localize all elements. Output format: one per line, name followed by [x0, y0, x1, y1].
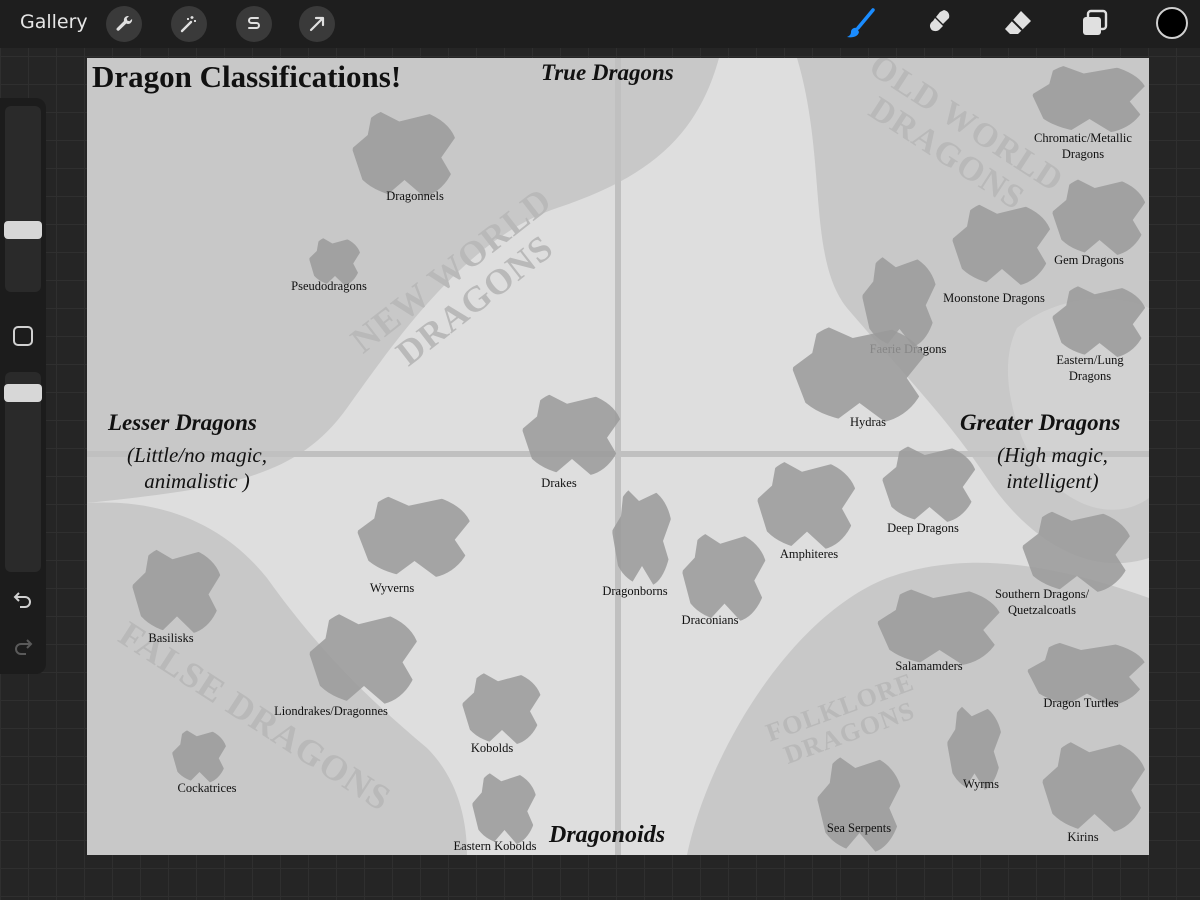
creature-label-line: Basilisks: [148, 631, 194, 645]
creature-label: Kirins: [1067, 829, 1098, 845]
creature-label-line: Chromatic/Metallic: [1034, 131, 1132, 145]
creature-label-line: Eastern/Lung: [1056, 353, 1124, 367]
wrench-icon[interactable]: [106, 6, 142, 42]
creature-label-line: Dragons: [1068, 369, 1112, 383]
creature-label-line: Gem Dragons: [1054, 253, 1124, 267]
top-axis-label: True Dragons: [541, 60, 674, 85]
creature-label-line: Pseudodragons: [291, 279, 367, 293]
creature-label-line: Kobolds: [470, 741, 514, 755]
brush-icon[interactable]: [843, 6, 881, 42]
creature-label-line: Wyverns: [369, 581, 415, 595]
creature-label: Chromatic/Metallic Dragons: [1034, 130, 1132, 162]
brush-size-slider[interactable]: [5, 106, 41, 292]
left-sub-line2: animalistic ): [144, 469, 250, 493]
creature-label: Liondrakes/Dragonnes: [274, 703, 388, 719]
undo-icon[interactable]: [10, 586, 36, 612]
right-axis-label: Greater Dragons: [960, 410, 1121, 435]
modify-square-icon[interactable]: [10, 323, 36, 349]
creature-label: Dragonnels: [386, 188, 444, 204]
creature-label: Salamamders: [895, 658, 962, 674]
creature-label: Gem Dragons: [1054, 252, 1124, 268]
brush-size-thumb[interactable]: [4, 221, 42, 239]
creature-label-line: Wyrms: [962, 777, 1000, 791]
right-sub-line2: intelligent): [1006, 469, 1099, 493]
right-sub-line1: (High magic,: [997, 443, 1108, 467]
creature-label: Wyrms: [963, 776, 999, 792]
top-toolbar: Gallery: [0, 0, 1200, 48]
creature-label-line: Kirins: [1067, 830, 1099, 844]
left-axis-subtitle: (Little/no magic, animalistic ): [117, 442, 277, 494]
creature-label-line: Eastern Kobolds: [453, 839, 537, 853]
bottom-axis-label: Dragonoids: [549, 822, 666, 848]
creature-label: Kobolds: [471, 740, 513, 756]
creature-label: Cockatrices: [177, 780, 236, 796]
creature-label: Eastern/Lung Dragons: [1056, 352, 1123, 384]
creature-label-line: Cockatrices: [177, 781, 237, 795]
page-title: Dragon Classifications!: [92, 59, 402, 94]
creature-label-line: Quetzalcoatls: [1007, 603, 1077, 617]
creature-label-line: Salamamders: [895, 659, 963, 673]
creature-label: Moonstone Dragons: [943, 290, 1045, 306]
left-sub-line1: (Little/no magic,: [127, 443, 267, 467]
creature-label-line: Dragon Turtles: [1043, 696, 1119, 710]
redo-icon[interactable]: [10, 633, 36, 659]
left-axis-label: Lesser Dragons: [108, 410, 257, 435]
creature-label-line: Draconians: [681, 613, 739, 627]
smudge-icon[interactable]: [920, 6, 958, 42]
creature-label-line: Dragonnels: [386, 189, 444, 203]
creature-label-line: Southern Dragons/: [994, 587, 1090, 601]
creature-label-line: Drakes: [541, 476, 577, 490]
creature-label-line: Liondrakes/Dragonnes: [274, 704, 388, 718]
selection-s-icon[interactable]: [236, 6, 272, 42]
magic-wand-icon[interactable]: [171, 6, 207, 42]
creature-label: Pseudodragons: [291, 278, 367, 294]
creature-label-line: Deep Dragons: [887, 521, 959, 535]
creature-label: Deep Dragons: [887, 520, 959, 536]
creature-label: Sea Serpents: [827, 820, 891, 836]
left-sidebar: [0, 98, 46, 674]
creature-label: Eastern Kobolds: [454, 838, 537, 854]
transform-arrow-icon[interactable]: [299, 6, 335, 42]
opacity-slider[interactable]: [5, 372, 41, 572]
creature-label: Drakes: [541, 475, 576, 491]
creature-label-line: Sea Serpents: [826, 821, 892, 835]
creature-label: Dragon Turtles: [1043, 695, 1118, 711]
color-swatch[interactable]: [1156, 7, 1188, 39]
creature-label-line: Amphiteres: [779, 547, 839, 561]
eraser-icon[interactable]: [999, 6, 1037, 42]
creature-label: Dragonborns: [602, 583, 667, 599]
layers-icon[interactable]: [1076, 6, 1114, 42]
creature-label: Draconians: [682, 612, 739, 628]
creature-label: Amphiteres: [780, 546, 838, 562]
creature-label-line: Dragonborns: [602, 584, 668, 598]
creature-label: Hydras: [850, 414, 886, 430]
creature-label-line: Hydras: [849, 415, 887, 429]
creature-label-line: Moonstone Dragons: [943, 291, 1045, 305]
gallery-button[interactable]: Gallery: [20, 11, 88, 33]
right-axis-subtitle: (High magic, intelligent): [985, 442, 1120, 494]
creature-label: Basilisks: [148, 630, 193, 646]
drawing-canvas[interactable]: NEW WORLD DRAGONS OLD WORLD DRAGONS FALS…: [87, 58, 1149, 855]
creature-label-line: Dragons: [1061, 147, 1105, 161]
opacity-thumb[interactable]: [4, 384, 42, 402]
creature-label: Southern Dragons/Quetzalcoatls: [995, 586, 1089, 618]
creature-label: Wyverns: [370, 580, 414, 596]
